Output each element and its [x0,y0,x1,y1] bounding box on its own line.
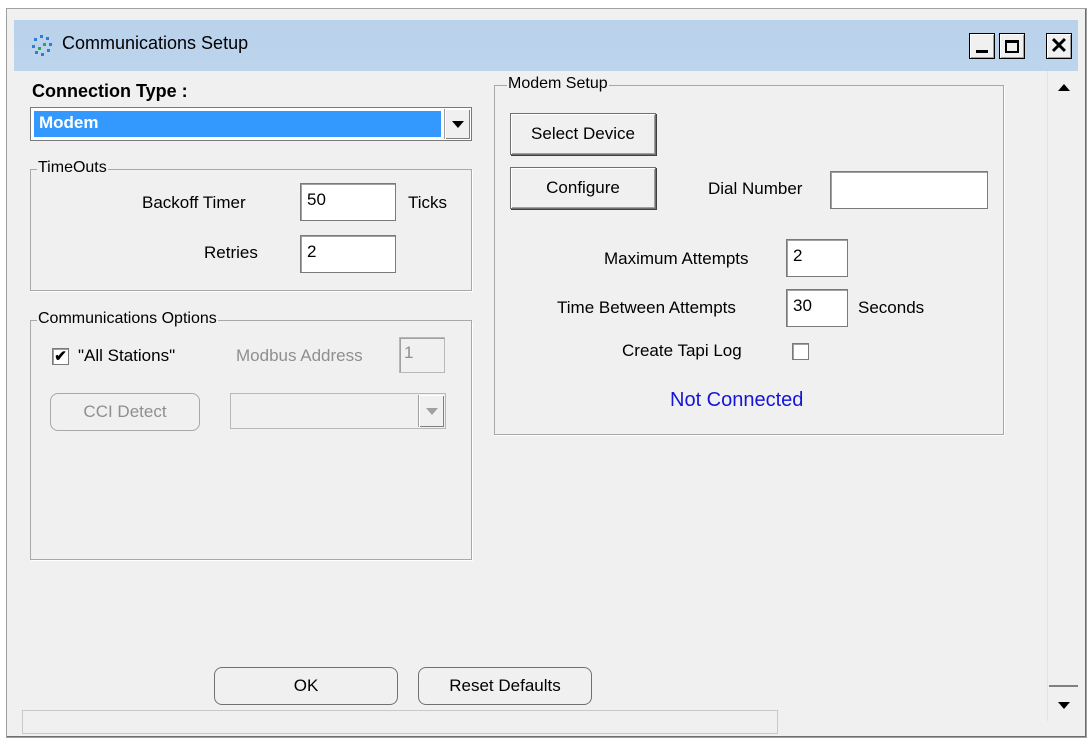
maximum-attempts-label: Maximum Attempts [604,249,749,268]
time-between-unit-label: Seconds [858,298,925,317]
connection-status: Not Connected [670,389,804,411]
all-stations-checkbox[interactable]: ✔ [52,348,69,365]
maximize-button[interactable] [999,33,1025,59]
dropdown-arrow-icon[interactable] [444,109,470,139]
minimize-icon [976,49,988,53]
reset-defaults-button[interactable]: Reset Defaults [418,667,592,705]
app-icon [30,34,54,58]
backoff-timer-label: Backoff Timer [142,193,246,212]
close-button[interactable]: ✕ [1046,33,1072,59]
time-between-attempts-input[interactable]: 30 [786,289,848,327]
backoff-unit-label: Ticks [408,193,448,212]
connection-type-value: Modem [33,110,442,138]
scroll-thumb[interactable] [1049,685,1078,687]
ok-button[interactable]: OK [214,667,398,705]
cci-detect-button[interactable]: CCI Detect [50,393,200,431]
retries-label: Retries [204,243,258,262]
scroll-down-arrow-icon[interactable] [1050,691,1078,719]
maximum-attempts-input[interactable]: 2 [786,239,848,277]
horizontal-scrollbar[interactable] [22,710,778,734]
timeouts-title: TimeOuts [37,159,108,177]
connection-type-label: Connection Type : [32,81,188,101]
scroll-up-arrow-icon[interactable] [1050,73,1078,101]
create-tapi-log-checkbox[interactable] [792,343,809,360]
close-icon: ✕ [1049,33,1069,58]
communications-options-title: Communications Options [37,310,218,328]
connection-type-select[interactable]: Modem [30,107,472,141]
retries-input[interactable]: 2 [300,235,396,273]
modem-setup-title: Modem Setup [507,75,609,93]
configure-button[interactable]: Configure [510,167,656,209]
create-tapi-log-label: Create Tapi Log [622,341,742,360]
dial-number-label: Dial Number [708,179,803,198]
dialog-content: Connection Type : Modem TimeOuts Backoff… [22,71,1046,705]
modbus-address-input[interactable]: 1 [399,337,445,373]
backoff-timer-input[interactable]: 50 [300,183,396,221]
select-device-button[interactable]: Select Device [510,113,656,155]
scroll-track[interactable] [1048,101,1079,691]
all-stations-label: "All Stations" [78,346,176,365]
minimize-button[interactable] [969,33,995,59]
title-bar[interactable]: Communications Setup ✕ [14,20,1078,71]
time-between-attempts-label: Time Between Attempts [557,298,736,317]
cci-dropdown-arrow-icon[interactable] [418,395,444,427]
vertical-scrollbar[interactable] [1047,71,1079,721]
cci-select[interactable] [230,393,446,429]
dial-number-input[interactable] [830,171,988,209]
maximize-icon [1005,39,1019,53]
timeouts-group: TimeOuts [30,159,472,291]
window-title: Communications Setup [62,33,249,53]
modbus-address-label: Modbus Address [236,346,363,365]
